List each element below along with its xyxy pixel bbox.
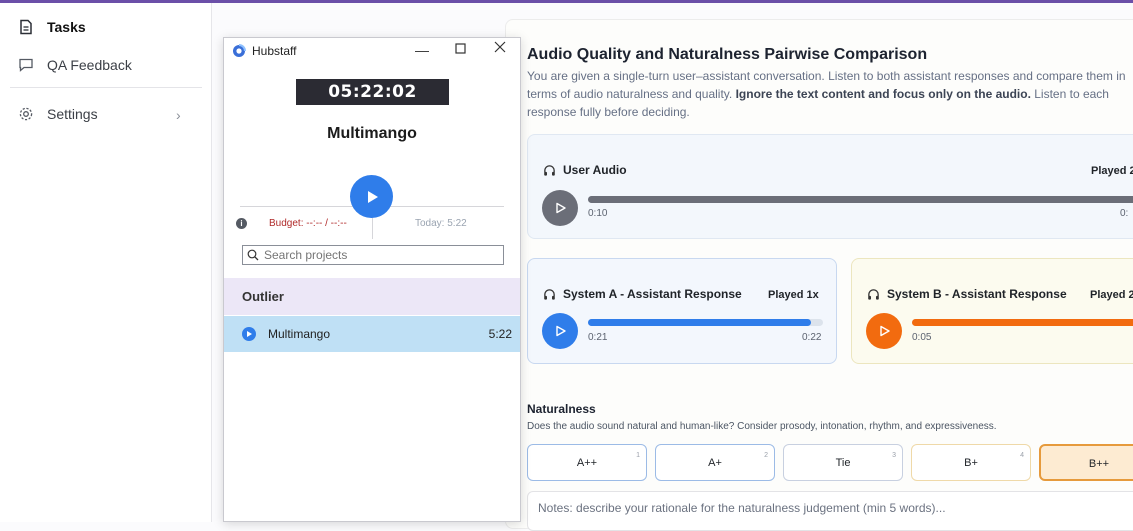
play-icon bbox=[556, 325, 566, 337]
system-b-play-button[interactable] bbox=[866, 313, 902, 349]
play-icon bbox=[880, 325, 890, 337]
hubstaff-logo-icon bbox=[233, 44, 246, 57]
system-a-play-button[interactable] bbox=[542, 313, 578, 349]
project-search[interactable] bbox=[242, 245, 504, 265]
system-a-card: System A - Assistant Response Played 1x … bbox=[527, 258, 837, 364]
system-a-current-time: 0:21 bbox=[588, 332, 608, 343]
sidebar-item-label: Tasks bbox=[47, 19, 86, 35]
document-icon bbox=[18, 19, 34, 35]
system-b-label: System B - Assistant Response bbox=[867, 287, 1067, 301]
maximize-button[interactable] bbox=[450, 41, 470, 57]
elapsed-timer: 05:22:02 bbox=[296, 79, 449, 105]
chat-icon bbox=[18, 57, 34, 73]
today-total: Today: 5:22 bbox=[415, 218, 467, 229]
project-row-time: 5:22 bbox=[488, 327, 512, 341]
headphones-icon bbox=[544, 288, 555, 300]
headphones-icon bbox=[868, 288, 879, 300]
user-audio-progress-fill bbox=[588, 196, 1133, 203]
start-timer-button[interactable] bbox=[350, 175, 393, 218]
choice-b-plus-plus[interactable]: B++ bbox=[1039, 444, 1133, 481]
user-audio-progress-track[interactable] bbox=[588, 196, 1133, 203]
shortcut-number: 1 bbox=[636, 452, 640, 459]
shortcut-number: 4 bbox=[1020, 452, 1024, 459]
naturalness-description: Does the audio sound natural and human-l… bbox=[527, 421, 997, 432]
choice-b-plus[interactable]: B+ 4 bbox=[911, 444, 1031, 481]
user-audio-label: User Audio bbox=[543, 163, 627, 177]
play-icon bbox=[367, 190, 378, 203]
sidebar-divider bbox=[10, 87, 202, 88]
choice-tie[interactable]: Tie 3 bbox=[783, 444, 903, 481]
task-title: Audio Quality and Naturalness Pairwise C… bbox=[527, 46, 928, 63]
sidebar-item-settings[interactable]: Settings bbox=[18, 106, 98, 122]
user-audio-play-button[interactable] bbox=[542, 190, 578, 226]
naturalness-title: Naturalness bbox=[527, 402, 596, 416]
system-b-current-time: 0:05 bbox=[912, 332, 932, 343]
user-audio-end-time: 0: bbox=[1120, 208, 1129, 219]
search-input[interactable] bbox=[264, 248, 494, 262]
system-a-played-count: Played 1x bbox=[768, 289, 819, 301]
system-b-progress-track[interactable] bbox=[912, 319, 1133, 326]
task-panel: Audio Quality and Naturalness Pairwise C… bbox=[505, 19, 1133, 531]
chevron-right-icon[interactable]: › bbox=[176, 107, 181, 123]
system-b-played-count: Played 2x bbox=[1090, 289, 1133, 301]
project-row-name: Multimango bbox=[268, 327, 331, 341]
play-icon bbox=[556, 202, 566, 214]
system-a-end-time: 0:22 bbox=[802, 332, 822, 343]
system-b-progress-fill bbox=[912, 319, 1133, 326]
choice-a-plus-plus[interactable]: A++ 1 bbox=[527, 444, 647, 481]
user-audio-card: User Audio Played 2x 0:10 0: bbox=[527, 134, 1133, 239]
headphones-icon bbox=[544, 164, 555, 176]
app-sidebar: Tasks QA Feedback Settings › bbox=[0, 3, 212, 522]
organization-header[interactable]: Outlier bbox=[224, 278, 520, 315]
close-button[interactable] bbox=[490, 40, 510, 56]
sidebar-item-qa-feedback[interactable]: QA Feedback bbox=[18, 57, 132, 73]
system-a-progress-track[interactable] bbox=[588, 319, 823, 326]
sidebar-item-label: QA Feedback bbox=[47, 57, 132, 73]
minimize-button[interactable]: — bbox=[412, 42, 432, 58]
hubstaff-window: Hubstaff — 05:22:02 Multimango i Budget:… bbox=[223, 37, 521, 522]
project-play-icon[interactable] bbox=[242, 327, 256, 341]
system-b-card: System B - Assistant Response Played 2x … bbox=[851, 258, 1133, 364]
current-project-name: Multimango bbox=[327, 125, 417, 142]
sidebar-item-label: Settings bbox=[47, 106, 98, 122]
gear-icon bbox=[18, 106, 34, 122]
choice-a-plus[interactable]: A+ 2 bbox=[655, 444, 775, 481]
task-description: You are given a single-turn user–assista… bbox=[527, 69, 1126, 119]
shortcut-number: 2 bbox=[764, 452, 768, 459]
shortcut-number: 3 bbox=[892, 452, 896, 459]
system-a-label: System A - Assistant Response bbox=[543, 287, 742, 301]
user-audio-current-time: 0:10 bbox=[588, 208, 608, 219]
user-audio-played-count: Played 2x bbox=[1091, 165, 1133, 177]
budget-text: Budget: --:-- / --:-- bbox=[269, 218, 347, 229]
info-icon[interactable]: i bbox=[236, 218, 247, 229]
project-row[interactable]: Multimango 5:22 bbox=[224, 316, 520, 352]
search-icon bbox=[247, 249, 259, 261]
hubstaff-titlebar: Hubstaff bbox=[232, 44, 296, 58]
naturalness-notes-input[interactable]: Notes: describe your rationale for the n… bbox=[527, 491, 1133, 531]
system-a-progress-fill bbox=[588, 319, 812, 326]
sidebar-item-tasks[interactable]: Tasks bbox=[18, 19, 86, 35]
